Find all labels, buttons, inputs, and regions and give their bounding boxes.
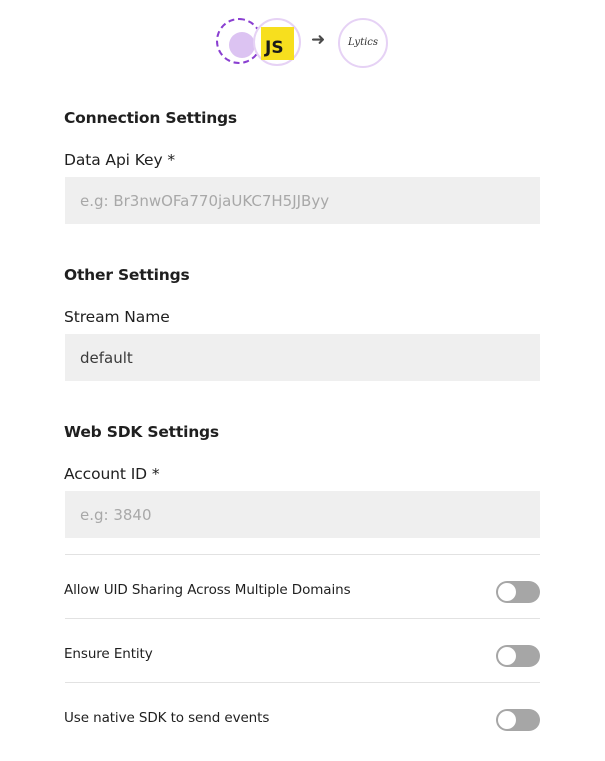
ensure-entity-toggle[interactable] <box>496 645 540 667</box>
divider <box>65 618 540 619</box>
data-api-key-label: Data Api Key * <box>64 151 175 169</box>
lytics-logo-text: Lytics <box>347 37 379 48</box>
account-id-input[interactable] <box>65 491 540 538</box>
stream-name-label: Stream Name <box>64 308 170 326</box>
js-icon: JS <box>261 27 294 60</box>
toggle-knob <box>498 711 516 729</box>
uid-sharing-label: Allow UID Sharing Across Multiple Domain… <box>64 582 351 598</box>
connection-settings-heading: Connection Settings <box>64 109 237 127</box>
ensure-entity-label: Ensure Entity <box>64 646 153 662</box>
toggle-knob <box>498 583 516 601</box>
lytics-destination-logo: Lytics <box>338 18 388 68</box>
divider <box>65 554 540 555</box>
source-dot <box>229 32 255 58</box>
other-settings-heading: Other Settings <box>64 266 190 284</box>
stream-name-input[interactable] <box>65 334 540 381</box>
arrow-right-icon: ➜ <box>311 30 326 50</box>
toggle-knob <box>498 647 516 665</box>
data-api-key-input[interactable] <box>65 177 540 224</box>
javascript-source-logo: JS <box>253 18 301 66</box>
web-sdk-settings-heading: Web SDK Settings <box>64 423 219 441</box>
uid-sharing-toggle[interactable] <box>496 581 540 603</box>
divider <box>65 682 540 683</box>
native-sdk-label: Use native SDK to send events <box>64 710 270 726</box>
account-id-label: Account ID * <box>64 465 160 483</box>
connection-logos: JS ➜ Lytics <box>215 17 390 69</box>
native-sdk-toggle[interactable] <box>496 709 540 731</box>
